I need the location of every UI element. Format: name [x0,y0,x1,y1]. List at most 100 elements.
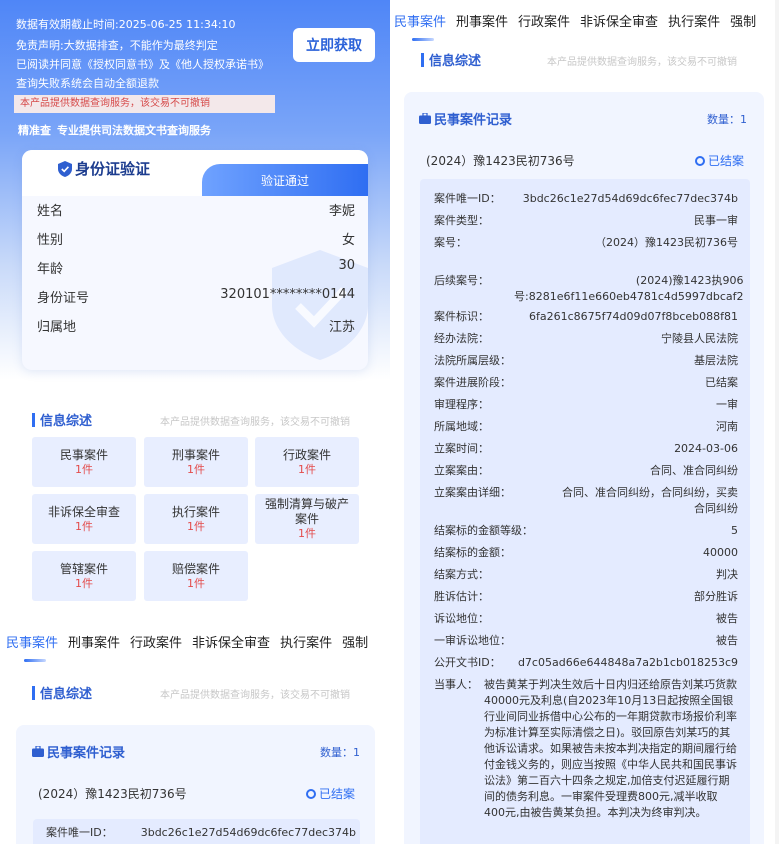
tab-preservation[interactable]: 非诉保全审查 [580,11,658,30]
detail-row-amount-level: 结案标的金额等级： 5 [434,523,738,539]
tab-criminal[interactable]: 刑事案件 [68,632,120,651]
detail-key: 结案方式： [434,568,489,581]
tab-bankruptcy[interactable]: 强制 [342,632,368,651]
tab-admin[interactable]: 行政案件 [518,11,570,30]
detail-value: 5 [731,524,738,537]
detail-row-level: 法院所属层级： 基层法院 [434,353,738,369]
id-label-name: 姓名 [37,204,64,219]
cell-name: 行政案件 [282,447,331,462]
detail-row-cause: 立案案由： 合同、准合同纠纷 [434,463,738,479]
tab-bankruptcy[interactable]: 强制 [730,11,756,30]
id-value-age: 30 [338,258,355,273]
case-card-left: 民事案件记录 数量：1 (2024）豫1423民初736号 已结案 案件唯一ID… [16,725,375,844]
detail-row-method: 结案方式： 判决 [434,567,738,583]
cell-count: 1件 [187,519,205,533]
detail-value: （2024）豫1423民初736号 [595,236,738,249]
cell-name: 赔偿案件 [171,561,220,576]
overview-title-right: 信息综述 [429,54,482,69]
consent-text[interactable]: 已阅读并同意《授权同意书》及《他人授权承诺书》 [16,56,269,72]
id-row-region: 归属地 江苏 [37,316,355,335]
cell-count: 1件 [75,519,93,533]
case-count: 数量：1 [320,746,360,759]
scrollbar-track[interactable] [775,0,779,844]
detail-key: 当事人： [434,678,478,691]
cell-name: 民事案件 [59,447,108,462]
detail-value: 2024-03-06 [674,442,738,455]
tab-execution[interactable]: 执行案件 [668,11,720,30]
overview-cell-jurisdiction[interactable]: 管辖案件 1件 [32,551,136,601]
detail-value: 3bdc26c1e27d54d69dc6fec77dec374b [140,826,356,839]
id-label-age: 年龄 [37,262,64,277]
id-card-title: 身份证验证 [58,158,150,179]
case-count: 数量：1 [707,113,747,126]
detail-value: 40000 [703,546,738,559]
detail-key: 所属地域： [434,420,489,433]
detail-key: 案件唯一ID： [434,192,501,205]
cell-count: 1件 [75,576,93,590]
overview-note-right: 本产品提供数据查询服务，该交易不可撤销 [547,57,737,68]
shield-check-icon [58,160,72,177]
tab-execution[interactable]: 执行案件 [280,632,332,651]
detail-value: 3bdc26c1e27d54d69dc6fec77dec374b [522,192,738,205]
detail-row-position: 诉讼地位： 被告 [434,611,738,627]
detail-row-parties: 当事人： 被告黄某于判决生效后十日内归还给原告刘某巧货款40000元及利息(自20… [434,677,738,821]
tab-civil[interactable]: 民事案件 [394,11,446,30]
id-label-gender: 性别 [37,233,64,248]
detail-row-win-estimate: 胜诉估计： 部分胜诉 [434,589,738,605]
tab-civil[interactable]: 民事案件 [6,632,58,651]
detail-value: 判决 [716,568,738,581]
detail-value: 6fa261c8675f74d09d07f8bceb088f81 [529,310,738,323]
cell-count: 1件 [187,462,205,476]
detail-key: 立案案由详细： [434,486,511,499]
cell-name: 刑事案件 [171,447,220,462]
right-panel: 民事案件 刑事案件 行政案件 非诉保全审查 执行案件 强制 信息综述 本产品提供… [390,0,779,844]
detail-row-stage: 案件进展阶段： 已结案 [434,375,738,391]
tab-indicator [412,38,434,41]
overview-cell-preservation[interactable]: 非诉保全审查 1件 [32,494,136,544]
tab-admin[interactable]: 行政案件 [130,632,182,651]
overview-cell-admin[interactable]: 行政案件 1件 [255,437,359,487]
id-row-idnumber: 身份证号 320101********0144 [37,287,355,306]
case-status-text: 已结案 [708,154,745,168]
tab-indicator [24,659,46,662]
detail-row-type: 案件类型： 民事一审 [434,213,738,229]
status-ring-icon [306,788,316,799]
detail-key: 立案案由： [434,464,489,477]
tagline-tag: 精准查 [18,124,51,137]
detail-row-first-position: 一审诉讼地位： 被告 [434,633,738,649]
case-card-title: 民事案件记录 [419,109,512,128]
case-status-text: 已结案 [319,787,356,801]
id-value-idnumber: 320101********0144 [220,287,355,302]
get-now-button[interactable]: 立即获取 [293,28,375,62]
case-number: (2024）豫1423民初736号 [38,787,187,801]
tab-criminal[interactable]: 刑事案件 [456,11,508,30]
refund-text: 查询失败系统会自动全额退款 [16,77,159,90]
overview-cell-compensation[interactable]: 赔偿案件 1件 [144,551,248,601]
detail-key: 结案标的金额： [434,546,511,559]
detail-value: 河南 [716,420,738,433]
section-bar [32,685,35,700]
detail-key: 结案标的金额等级： [434,524,533,537]
overview-note: 本产品提供数据查询服务，该交易不可撤销 [160,417,350,428]
overview-cell-criminal[interactable]: 刑事案件 1件 [144,437,248,487]
detail-key: 案件进展阶段： [434,376,511,389]
detail-key: 立案时间： [434,442,489,455]
overview-cell-civil[interactable]: 民事案件 1件 [32,437,136,487]
id-row-name: 姓名 李妮 [37,200,355,219]
detail-row: 案件唯一ID： 3bdc26c1e27d54d69dc6fec77dec374b [46,825,356,841]
detail-value: 合同、准合同纠纷 [650,464,738,477]
overview-cell-bankruptcy[interactable]: 强制清算与破产案件 1件 [255,494,359,544]
detail-value: (2024)豫1423执906号:8281e6f11e660eb4781c4d5… [514,274,744,303]
tagline: 精准查 专业提供司法数据文书查询服务 [18,122,211,138]
detail-value: 基层法院 [694,354,738,367]
detail-key: 案号： [434,236,467,249]
overview-cell-execution[interactable]: 执行案件 1件 [144,494,248,544]
overview-note-2: 本产品提供数据查询服务，该交易不可撤销 [160,690,350,701]
cell-name: 强制清算与破产案件 [264,497,349,526]
id-value-name: 李妮 [328,204,355,219]
section-bar [421,52,424,67]
disclaimer-text: 免责声明:大数据排查，不能作为最终判定 [16,39,218,52]
id-row-gender: 性别 女 [37,229,355,248]
detail-row-doc-id: 公开文书ID： d7c05ad66e644848a7a2b1cb018253c9 [434,655,738,671]
tab-preservation[interactable]: 非诉保全审查 [192,632,270,651]
